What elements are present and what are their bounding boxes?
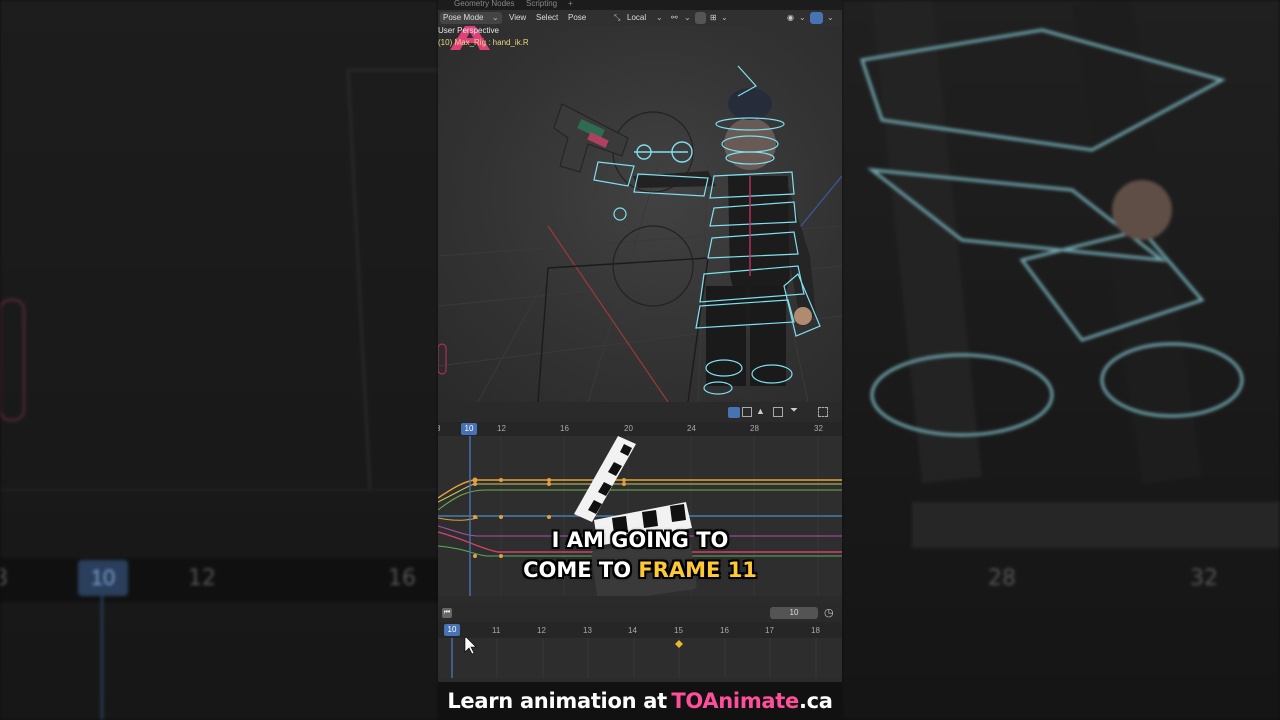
menu-pose[interactable]: Pose	[568, 13, 586, 22]
snap-toggle-icon[interactable]	[695, 12, 706, 24]
background-left-panel: 8 10 12 16	[0, 0, 438, 720]
visibility-icon[interactable]: ◉	[787, 13, 794, 22]
promo-prefix: Learn animation at	[447, 689, 667, 713]
graph-current-frame[interactable]: 10	[461, 423, 477, 435]
background-tick: 32	[1190, 566, 1218, 591]
graph-tick: 20	[624, 424, 633, 433]
viewport-header: Pose Mode ⌄ View Select Pose ⤡ Local ⌄ ⚯…	[438, 10, 842, 26]
select-tool-icon[interactable]	[728, 407, 740, 418]
timeline-tick: 15	[674, 626, 683, 635]
add-workspace-button[interactable]: +	[568, 0, 573, 8]
proportional-icon[interactable]	[818, 407, 828, 417]
graph-tick: 12	[497, 424, 506, 433]
workspace-tabs: Geometry Nodes Scripting +	[438, 0, 842, 10]
background-right-rig	[860, 0, 1244, 485]
promo-suffix: .ca	[798, 689, 833, 713]
mode-label: Pose Mode	[443, 13, 484, 22]
chevron-down-icon: ⌄	[656, 13, 663, 22]
chevron-down-icon: ⌄	[684, 13, 691, 22]
menu-select[interactable]: Select	[536, 13, 558, 22]
jump-to-start-icon[interactable]: ⏮	[442, 608, 452, 618]
current-frame-field[interactable]: 10	[770, 607, 818, 619]
timeline-tick: 16	[720, 626, 729, 635]
background-tick: 12	[188, 566, 216, 591]
timeline-ruler[interactable]: 10 11 12 13 14 15 16 17 18	[438, 622, 842, 638]
background-toolbar	[912, 502, 1280, 548]
graph-editor-header: ▲ ⏷	[438, 402, 842, 422]
box-select-icon[interactable]	[742, 407, 752, 417]
chevron-down-icon: ⌄	[721, 13, 728, 22]
background-current-frame: 10	[78, 560, 128, 596]
tab-scripting[interactable]: Scripting	[526, 0, 557, 8]
graph-tick: 8	[438, 424, 441, 433]
blender-window: Geometry Nodes Scripting + Pose Mode ⌄ V…	[438, 0, 842, 720]
mouse-cursor-icon	[464, 638, 477, 655]
3d-viewport[interactable]	[438, 26, 842, 402]
background-playhead	[101, 596, 103, 720]
viewport-perspective-label: User Perspective	[438, 26, 499, 35]
timeline-tick: 13	[583, 626, 592, 635]
timeline-tick: 11	[492, 626, 501, 635]
gizmo-toggle-icon[interactable]	[810, 12, 823, 24]
timeline-tick: 12	[537, 626, 546, 635]
timeline-current-frame[interactable]: 10	[444, 624, 460, 636]
chevron-down-icon: ⌄	[827, 13, 834, 22]
promo-banner: Learn animation at TOAnimate.ca	[438, 682, 842, 720]
chevron-down-icon: ⌄	[492, 13, 499, 22]
background-tick: 16	[388, 566, 416, 591]
graph-tick: 16	[560, 424, 569, 433]
graph-tick: 32	[814, 424, 823, 433]
background-left-grid	[0, 69, 438, 491]
background-timeline-bar	[0, 558, 438, 602]
timeline-header: ⏮ 10 ◷	[438, 604, 842, 622]
snap-target-icon[interactable]: ⊞	[710, 13, 717, 22]
viewport-scene	[438, 65, 842, 402]
menu-view[interactable]: View	[509, 13, 526, 22]
orientation-icon: ⤡	[614, 13, 621, 22]
normalize-icon[interactable]	[773, 407, 783, 417]
keyframe-marker	[675, 640, 683, 648]
graph-tick: 24	[687, 424, 696, 433]
caption-line-2: COME TO FRAME 11	[438, 558, 842, 582]
graph-tick: 28	[750, 424, 759, 433]
timeline-canvas[interactable]	[438, 638, 842, 678]
timeline-tick: 18	[811, 626, 820, 635]
caption-line-1: I AM GOING TO	[551, 528, 729, 552]
background-tick: 8	[0, 566, 8, 591]
chevron-down-icon: ⌄	[799, 13, 806, 22]
caption-line-2-prefix: COME TO	[523, 558, 632, 582]
caption-highlight: FRAME 11	[638, 558, 757, 582]
background-tick: 28	[988, 566, 1016, 591]
orientation-dropdown[interactable]: Local	[627, 13, 646, 22]
promo-brand: TOAnimate	[671, 689, 799, 713]
filter-icon[interactable]: ⏷	[790, 405, 798, 416]
timeline-tick: 14	[628, 626, 637, 635]
clock-icon[interactable]: ◷	[824, 606, 834, 619]
timeline-grid	[451, 638, 817, 678]
pivot-icon[interactable]: ⚯	[671, 13, 678, 22]
graph-frame-ruler[interactable]: 8 10 12 16 20 24 28 32	[438, 422, 842, 436]
background-right-panel: 28 32	[842, 0, 1280, 720]
tab-geometry-nodes[interactable]: Geometry Nodes	[454, 0, 514, 8]
active-bone-label: (10) Max_Rig : hand_ik.R	[438, 38, 529, 47]
timeline-tick: 17	[765, 626, 774, 635]
warning-icon[interactable]: ▲	[756, 406, 765, 416]
